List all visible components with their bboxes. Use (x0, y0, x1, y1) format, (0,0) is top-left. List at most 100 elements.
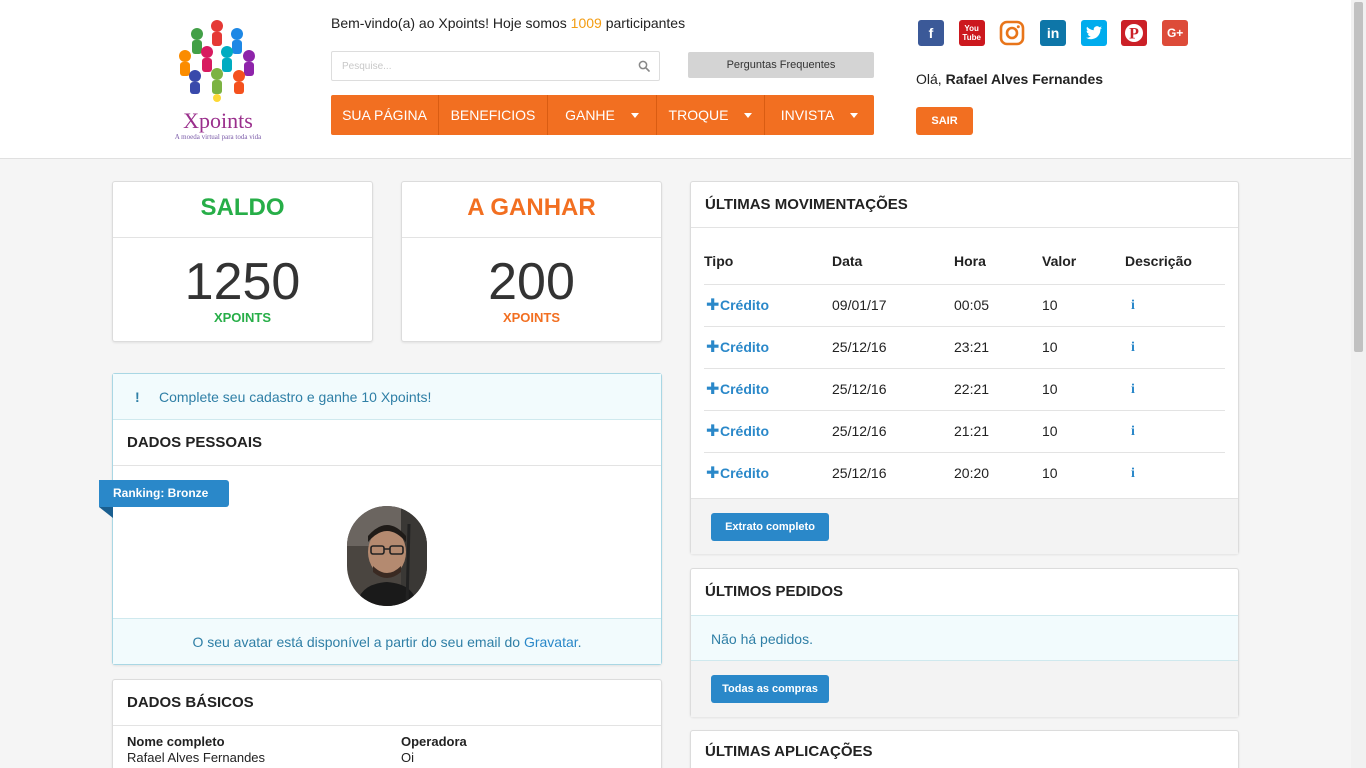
google-plus-icon[interactable]: G+ (1162, 20, 1189, 46)
youtube-text-top: You (964, 24, 979, 33)
nav-label: SUA PÁGINA (342, 107, 427, 123)
user-greeting: Olá, Rafael Alves Fernandes (916, 71, 1103, 87)
ranking-ribbon-fold (99, 507, 113, 518)
xpoints-logo[interactable]: Xpoints A moeda virtual para toda vida (166, 12, 270, 144)
facebook-icon[interactable]: f (918, 20, 944, 46)
row-type: Crédito (720, 423, 769, 439)
caret-down-icon (630, 112, 639, 118)
table-row: ✚Crédito 25/12/16 23:21 10 i (704, 326, 1225, 369)
row-time: 23:21 (954, 326, 1042, 369)
row-value: 10 (1042, 465, 1058, 482)
table-row: ✚Crédito 25/12/16 20:20 10 i (704, 452, 1225, 494)
row-date: 09/01/17 (832, 284, 954, 327)
row-value: 10 (1042, 326, 1125, 369)
row-date: 25/12/16 (832, 368, 954, 411)
full-statement-button[interactable]: Extrato completo (711, 513, 829, 541)
info-icon[interactable]: i (1125, 298, 1135, 313)
row-date: 25/12/16 (832, 465, 887, 482)
full-name-value: Rafael Alves Fernandes (127, 750, 266, 765)
social-links: f You Tube in P G+ (918, 20, 1203, 46)
nav-label: GANHE (565, 107, 615, 123)
avatar (347, 506, 427, 606)
plus-icon: ✚ (706, 423, 720, 440)
info-icon[interactable]: i (1125, 340, 1135, 355)
full-name-label: Nome completo (127, 734, 225, 749)
logo-tagline: A moeda virtual para toda vida (174, 133, 262, 141)
table-row: ✚Crédito 09/01/17 00:05 10 i (704, 284, 1225, 327)
no-orders-message: Não há pedidos. (691, 615, 1238, 661)
column-header-hora: Hora (954, 239, 1042, 285)
pinterest-glyph: P (1125, 24, 1144, 43)
ranking-badge: Ranking: Bronze (99, 480, 229, 507)
personal-data-panel: ! Complete seu cadastro e ganhe 10 Xpoint… (99, 373, 662, 665)
info-icon[interactable]: i (1125, 424, 1135, 439)
youtube-text-bottom: Tube (962, 33, 981, 42)
instagram-icon[interactable] (999, 20, 1026, 46)
twitter-icon[interactable] (1080, 20, 1107, 46)
column-header-descricao: Descrição (1125, 239, 1225, 285)
scrollbar-thumb[interactable] (1354, 2, 1363, 352)
movements-table: Tipo Data Hora Valor Descrição ✚Crédito … (704, 239, 1225, 494)
table-header-row: Tipo Data Hora Valor Descrição (704, 239, 1225, 285)
search-box (331, 51, 660, 81)
search-input[interactable] (342, 58, 622, 74)
to-earn-title: A GANHAR (402, 182, 661, 238)
twitter-glyph (1085, 26, 1102, 40)
to-earn-unit: XPOINTS (502, 310, 561, 325)
participant-count: 1009 (570, 15, 602, 31)
credit-link[interactable]: ✚Crédito (704, 339, 769, 356)
nav-label: TROQUE (668, 107, 729, 123)
applications-panel: ÚLTIMAS APLICAÇÕES (690, 730, 1239, 768)
applications-heading: ÚLTIMAS APLICAÇÕES (691, 731, 1238, 768)
caret-down-icon (850, 112, 859, 118)
row-type: Crédito (720, 465, 769, 482)
row-type: Crédito (720, 297, 769, 313)
column-header-valor: Valor (1042, 239, 1125, 285)
welcome-message: Bem-vindo(a) ao Xpoints! Hoje somos 1009… (331, 15, 685, 31)
balance-unit: XPOINTS (213, 310, 272, 325)
search-icon[interactable] (638, 60, 650, 72)
info-icon[interactable]: i (1125, 382, 1135, 397)
balance-title: SALDO (113, 182, 372, 238)
nav-invista[interactable]: INVISTA (765, 95, 874, 135)
row-time: 22:21 (954, 368, 1042, 411)
avatar-note-text: O seu avatar está disponível a partir do… (192, 634, 524, 650)
balance-value: 1250 (184, 253, 301, 311)
table-row: ✚Crédito 25/12/16 21:21 10 i (704, 410, 1225, 453)
linkedin-icon[interactable]: in (1040, 20, 1067, 46)
youtube-icon[interactable]: You Tube (958, 20, 985, 46)
nav-ganhe[interactable]: GANHE (548, 95, 657, 135)
alert-text: Complete seu cadastro e ganhe 10 Xpoints… (159, 389, 432, 405)
nav-label: BENEFICIOS (450, 107, 536, 123)
info-icon[interactable]: i (1125, 466, 1135, 481)
all-purchases-button[interactable]: Todas as compras (711, 675, 829, 703)
orders-panel: ÚLTIMOS PEDIDOS Não há pedidos. Todas as… (690, 568, 1239, 717)
balance-card: SALDO 1250 XPOINTS (112, 181, 373, 342)
credit-link[interactable]: ✚Crédito (704, 465, 769, 482)
pinterest-icon[interactable]: P (1121, 20, 1148, 46)
credit-link[interactable]: ✚Crédito (704, 381, 769, 398)
faq-button[interactable]: Perguntas Frequentes (688, 52, 874, 78)
row-value: 10 (1042, 284, 1125, 327)
row-value: 10 (1042, 410, 1125, 453)
table-row: ✚Crédito 25/12/16 22:21 10 i (704, 368, 1225, 411)
caret-down-icon (744, 112, 753, 118)
instagram-glyph (1000, 20, 1025, 46)
movements-heading: ÚLTIMAS MOVIMENTAÇÕES (691, 182, 1238, 228)
nav-sua-pagina[interactable]: SUA PÁGINA (331, 95, 439, 135)
complete-profile-alert[interactable]: ! Complete seu cadastro e ganhe 10 Xpoint… (113, 374, 661, 420)
carrier-value: Oi (401, 750, 414, 765)
column-header-tipo: Tipo (704, 239, 832, 285)
nav-troque[interactable]: TROQUE (657, 95, 765, 135)
row-time: 20:20 (954, 465, 990, 482)
logout-button[interactable]: SAIR (916, 107, 973, 135)
plus-icon: ✚ (706, 339, 720, 356)
to-earn-value: 200 (488, 253, 575, 311)
nav-beneficios[interactable]: BENEFICIOS (439, 95, 548, 135)
page-scrollbar[interactable] (1351, 0, 1366, 768)
row-value: 10 (1042, 368, 1125, 411)
credit-link[interactable]: ✚Crédito (704, 423, 769, 440)
credit-link[interactable]: ✚Crédito (704, 297, 769, 314)
basic-data-heading: DADOS BÁSICOS (113, 680, 661, 726)
gravatar-link[interactable]: Gravatar (524, 634, 578, 650)
